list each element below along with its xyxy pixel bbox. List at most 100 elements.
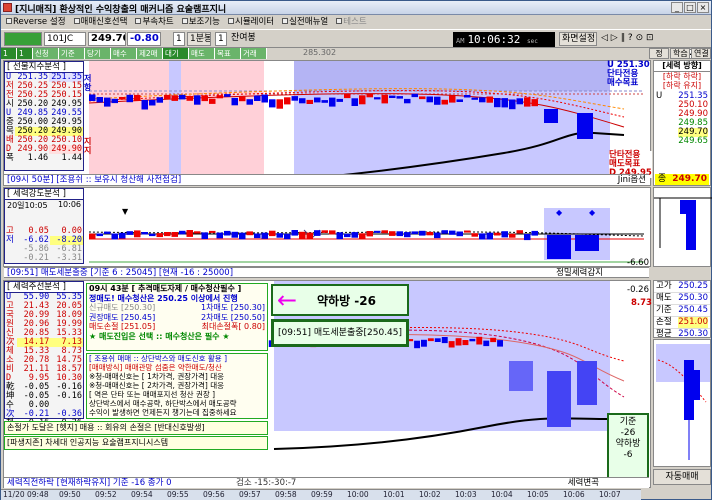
auto-trade-button[interactable]: 자동매매	[653, 469, 711, 485]
candle	[497, 340, 503, 347]
candle	[448, 341, 455, 348]
menu-label: 매매신호선택	[80, 17, 128, 27]
base-box-label: 기준	[619, 417, 637, 427]
candle	[156, 97, 163, 103]
menu-subchart[interactable]: 부속차트	[133, 16, 175, 29]
connect-button[interactable]: 연결	[691, 48, 711, 59]
screen-settings-button[interactable]: 화면설정	[559, 32, 597, 46]
candle	[164, 232, 171, 237]
axis-tick-label: 09:57	[239, 490, 261, 499]
menu-simulator[interactable]: 시뮬레이터	[226, 16, 276, 29]
axis-tick-label: 09:54	[131, 490, 153, 499]
period-button[interactable]: 1분봉	[187, 32, 211, 46]
order-row-key: 매도	[656, 293, 672, 303]
candle	[306, 99, 313, 104]
candle	[126, 231, 133, 235]
candle	[104, 97, 111, 107]
buy-target-label2: 매수목표	[607, 78, 639, 88]
candle	[434, 338, 441, 342]
candle	[381, 94, 388, 104]
candle	[201, 95, 208, 102]
menu-signal[interactable]: 매매신호선택	[72, 16, 130, 29]
clock-display: AM 10:06:32 sec	[453, 32, 555, 47]
candle	[321, 100, 328, 103]
minimize-button[interactable]: _	[671, 2, 683, 13]
candle	[381, 230, 388, 234]
order-row: 손절 251.00	[654, 317, 710, 329]
candle	[396, 96, 403, 99]
axis-tick-label: 09:56	[203, 490, 225, 499]
candle	[531, 99, 538, 107]
mini-force-svg	[656, 344, 710, 460]
menu-label: 시뮬레이터	[235, 17, 275, 27]
guide-line: ※청-매매신호는 [ 2차가격, 권장가격] 대응	[89, 381, 225, 390]
buy-target-tag: U 251.30 단타전용 매수목표	[607, 61, 650, 88]
candle	[359, 233, 366, 239]
code-select[interactable]: 101JC	[44, 32, 86, 46]
candle	[479, 97, 486, 103]
candle	[231, 97, 238, 106]
toolbar-icon-buttons[interactable]: ◁ ▷ ∥ ? ⊙ ⊡	[599, 32, 711, 46]
count-input[interactable]: 1	[215, 32, 227, 46]
candle	[426, 96, 433, 103]
candle	[516, 98, 523, 105]
candle	[471, 233, 478, 237]
axis-tick-label: 10:05	[527, 490, 549, 499]
candle	[389, 95, 396, 98]
guide-line: [ 조용쉬 매매 :: 상단박스와 매도신호 활용 ]	[89, 354, 227, 363]
change-field: -0.80	[127, 32, 161, 46]
axis-tick-label: 10:01	[383, 490, 405, 499]
candle	[141, 232, 148, 235]
close-button[interactable]: ×	[697, 2, 709, 13]
menu-aux[interactable]: 보조기능	[180, 16, 222, 29]
quote-cell-k	[5, 245, 17, 254]
base-box-label2: 약하방	[615, 439, 641, 449]
menu-label: 부속차트	[142, 17, 174, 27]
axis-tick-label: 09:52	[95, 490, 117, 499]
direction-label-1: [하락 하락]	[662, 72, 702, 81]
quote-cell-a: 1.46	[27, 153, 49, 163]
qty-input[interactable]: 1	[173, 32, 185, 46]
maximize-button[interactable]: □	[684, 2, 696, 13]
candle	[239, 96, 246, 102]
price-chart[interactable]	[3, 60, 651, 186]
candle	[524, 234, 531, 241]
candle	[516, 230, 523, 234]
direction-popup: ← 약하방 -26	[271, 284, 409, 316]
grid-icon[interactable]	[4, 32, 42, 46]
candle	[171, 232, 178, 237]
order-row-key: 손절	[656, 317, 672, 327]
support-label: 지지	[84, 137, 92, 155]
strip-cell: 1	[17, 48, 33, 59]
direction-row-value: 249.65	[678, 136, 708, 146]
axis-tick-label: 09:58	[275, 490, 297, 499]
title-bar: [지니매직] 환상적인 수익창출의 매커니즘 요술램프지니 _ □ ×	[1, 1, 711, 15]
strength-chart[interactable]: ▼ ◆ ◆	[3, 187, 651, 267]
candle	[179, 230, 186, 235]
strip-cell: 대기	[163, 48, 189, 59]
candle	[441, 337, 448, 344]
time-axis: 11/20 09:48 09:50 09:52 09:54 09:55 09:56 09:5…	[1, 489, 641, 500]
candle	[321, 230, 328, 233]
toggle-button[interactable]: 정	[649, 48, 669, 59]
quote-cell-k	[5, 254, 17, 263]
candle	[269, 99, 276, 108]
candle	[164, 94, 171, 100]
mini-bar	[684, 360, 694, 420]
mini-bar	[694, 370, 700, 400]
candle	[89, 94, 96, 101]
direction-row-key: U	[656, 91, 663, 101]
radio-icon	[135, 18, 142, 24]
direction-popup-text: 약하방 -26	[317, 294, 376, 308]
mini-bar	[680, 200, 686, 214]
order-row: 매도 250.30	[654, 293, 710, 305]
candle	[476, 336, 483, 345]
menu-reverse[interactable]: Reverse 설정	[4, 16, 68, 29]
panel2-status-text: [09:51] 매도세분출중 [기준 6 : 25045] [현재 -16 : …	[7, 268, 234, 278]
blue-zone-small	[169, 61, 181, 179]
menu-manual[interactable]: 실전매뉴얼	[280, 16, 330, 29]
menu-test[interactable]: 테스트	[334, 16, 368, 29]
quote-row: -0.21 -3.31	[5, 254, 83, 263]
learn-button[interactable]: 학습	[670, 48, 690, 59]
signal-sell1: 1차매도 [250.30]	[201, 303, 265, 312]
